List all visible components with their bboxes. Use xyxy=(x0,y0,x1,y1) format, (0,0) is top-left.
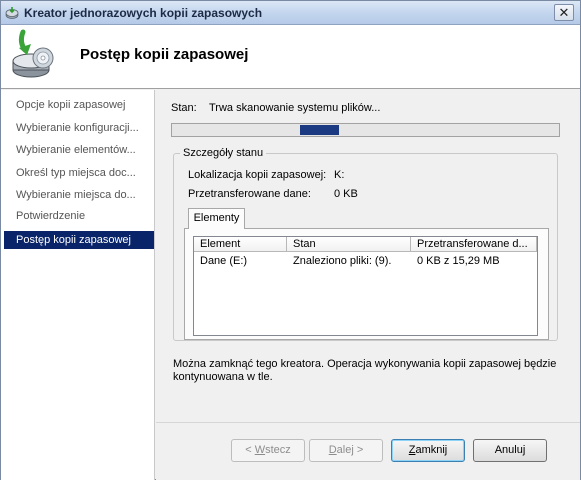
page-title: Postęp kopii zapasowej xyxy=(80,46,249,63)
backup-location-value: K: xyxy=(334,169,345,181)
step-backup-progress: Postęp kopii zapasowej xyxy=(4,231,154,249)
wizard-window: Kreator jednorazowych kopii zapasowych ✕… xyxy=(0,0,581,480)
close-button-rest: amknij xyxy=(415,444,448,456)
row-element-cell[interactable]: Dane (E:) xyxy=(194,255,287,267)
wizard-content: Stan: Trwa skanowanie systemu plików... … xyxy=(156,90,580,480)
status-details-group: Szczegóły stanu Lokalizacja kopii zapaso… xyxy=(173,147,558,341)
back-button-rest: stecz xyxy=(265,444,291,456)
step-confirmation: Potwierdzenie xyxy=(16,210,86,222)
step-select-destination: Wybieranie miejsca do... xyxy=(16,189,136,201)
tab-panel-items: Element Stan Przetransferowane d... Dane… xyxy=(184,228,549,340)
column-header-element[interactable]: Element xyxy=(194,237,287,252)
tab-items[interactable]: Elementy xyxy=(188,208,245,229)
close-window-button[interactable]: ✕ xyxy=(554,4,574,21)
row-transferred-cell[interactable]: 0 KB z 15,29 MB xyxy=(411,255,537,267)
step-backup-options: Opcje kopii zapasowej xyxy=(16,99,126,111)
status-label: Stan: xyxy=(171,102,197,114)
transferred-data-label: Przetransferowane dane: xyxy=(188,188,311,200)
progress-marquee-chunk xyxy=(300,125,339,135)
status-value: Trwa skanowanie systemu plików... xyxy=(209,102,381,114)
step-select-configuration: Wybieranie konfiguracji... xyxy=(16,122,139,134)
next-button[interactable]: Dalej > xyxy=(309,439,383,462)
next-button-mnemonic: D xyxy=(328,444,337,456)
cancel-button[interactable]: Anuluj xyxy=(473,439,547,462)
window-title: Kreator jednorazowych kopii zapasowych xyxy=(24,6,263,20)
wizard-steps: Opcje kopii zapasowej Wybieranie konfigu… xyxy=(1,90,155,480)
column-header-state[interactable]: Stan xyxy=(287,237,411,252)
wizard-header: Postęp kopii zapasowej xyxy=(1,25,580,89)
next-button-rest: alej > xyxy=(336,444,364,456)
step-select-items: Wybieranie elementów... xyxy=(16,144,136,156)
step-destination-type: Określ typ miejsca doc... xyxy=(16,167,136,179)
transferred-data-value: 0 KB xyxy=(334,188,358,200)
title-bar[interactable]: Kreator jednorazowych kopii zapasowych ✕ xyxy=(1,1,580,25)
backup-location-label: Lokalizacja kopii zapasowej: xyxy=(188,169,327,181)
close-button[interactable]: Zamknij xyxy=(391,439,465,462)
group-title: Szczegóły stanu xyxy=(180,147,267,159)
column-header-transferred[interactable]: Przetransferowane d... xyxy=(411,237,537,252)
close-icon: ✕ xyxy=(558,5,570,20)
row-state-cell[interactable]: Znaleziono pliki: (9). xyxy=(287,255,411,267)
backup-app-icon xyxy=(5,7,19,19)
back-button-prefix: < xyxy=(245,444,255,456)
background-note: Można zamknąć tego kreatora. Operacja wy… xyxy=(173,358,557,383)
back-button[interactable]: < Wstecz xyxy=(231,439,305,462)
back-button-mnemonic: W xyxy=(254,444,266,456)
progress-bar xyxy=(171,123,560,137)
items-list[interactable]: Element Stan Przetransferowane d... Dane… xyxy=(193,236,538,336)
backup-drive-icon xyxy=(12,29,54,78)
